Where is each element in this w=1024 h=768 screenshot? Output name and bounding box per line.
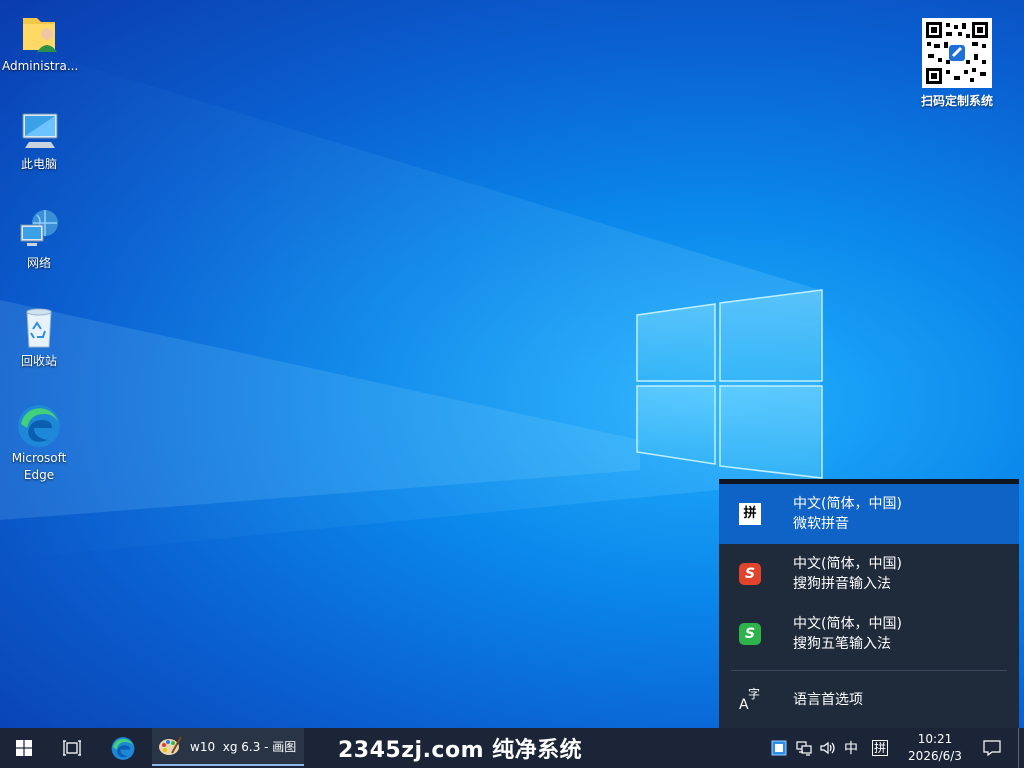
qr-code-widget[interactable]: 扫码定制系统 xyxy=(912,18,1002,109)
ime-item-microsoft-pinyin[interactable]: 拼 中文(简体，中国) 微软拼音 xyxy=(719,484,1019,544)
action-center-button[interactable] xyxy=(978,728,1006,768)
show-desktop-button[interactable] xyxy=(1018,728,1019,768)
network-icon xyxy=(20,210,58,246)
ime-item-language: 中文(简体，中国) xyxy=(793,496,902,512)
desktop[interactable]: Administra... 此电脑 网络 回收站 Microsoft Edge … xyxy=(0,0,1024,728)
network-tray-icon xyxy=(796,741,812,756)
taskbar-paint-window[interactable]: w10 xg 6.3 - 画图 xyxy=(152,728,304,766)
ime-mode-text: 中 xyxy=(844,741,858,757)
ime-item-name: 搜狗五笔输入法 xyxy=(793,636,891,652)
pinyin-badge-icon: 拼 xyxy=(739,503,761,525)
recycle-bin-icon xyxy=(26,308,52,348)
task-view-button[interactable] xyxy=(48,728,96,768)
tray-ime-status[interactable] xyxy=(768,728,790,768)
ime-status-icon xyxy=(771,740,787,756)
paint-icon xyxy=(159,736,182,755)
start-button[interactable] xyxy=(0,728,48,768)
qr-code-icon xyxy=(926,22,988,84)
desktop-icon-label: 回收站 xyxy=(20,354,57,368)
svg-text:字: 字 xyxy=(748,686,760,701)
desktop-icon-this-pc[interactable]: 此电脑 xyxy=(2,108,76,173)
tray-network[interactable] xyxy=(792,728,816,768)
taskbar: w10 xg 6.3 - 画图 2345zj.com 纯净系统 中 拼 10:2… xyxy=(0,728,1024,768)
this-pc-icon xyxy=(22,113,58,148)
desktop-icon-label: Administra... xyxy=(2,59,79,73)
sogou-green-icon: S xyxy=(739,623,761,645)
ime-item-name: 微软拼音 xyxy=(793,516,849,532)
desktop-icon-label: Microsoft Edge xyxy=(11,451,67,482)
user-folder-icon xyxy=(23,18,57,52)
input-method-flyout: 拼 中文(简体，中国) 微软拼音 S 中文(简体，中国) 搜狗拼音输入法 S 中… xyxy=(719,479,1019,728)
ime-item-language: 中文(简体，中国) xyxy=(793,556,902,572)
pinyin-badge-text: 拼 xyxy=(743,506,757,521)
desktop-icon-label: 此电脑 xyxy=(20,157,57,171)
language-preferences-label: 语言首选项 xyxy=(793,692,863,708)
clock-date: 2026/6/3 xyxy=(908,749,962,763)
ime-item-sogou-wubi[interactable]: S 中文(简体，中国) 搜狗五笔输入法 xyxy=(719,604,1019,664)
paint-window-title: w10 xg 6.3 - 画图 xyxy=(190,739,297,754)
tray-volume[interactable] xyxy=(816,728,840,768)
language-preferences-link[interactable]: A 字 语言首选项 xyxy=(719,671,1019,727)
qr-code-image xyxy=(922,18,992,88)
desktop-icon-label: 网络 xyxy=(26,256,51,270)
task-view-icon xyxy=(63,740,81,756)
qr-caption: 扫码定制系统 xyxy=(920,94,993,108)
language-icon: A 字 xyxy=(739,686,760,711)
sogou-badge-text: S xyxy=(744,566,756,582)
windows-start-icon xyxy=(16,740,32,756)
ime-item-language: 中文(简体，中国) xyxy=(793,616,902,632)
desktop-icon-administrator[interactable]: Administra... xyxy=(2,10,79,75)
desktop-icon-recycle-bin[interactable]: 回收站 xyxy=(2,305,76,370)
notification-icon xyxy=(983,740,1001,756)
tray-ime-mode[interactable]: 中 xyxy=(840,728,862,768)
taskbar-edge-button[interactable] xyxy=(100,728,146,768)
ime-item-name: 搜狗拼音输入法 xyxy=(793,576,891,592)
tray-ime-badge[interactable]: 拼 xyxy=(868,728,892,768)
ime-badge-text: 拼 xyxy=(871,740,888,756)
edge-icon xyxy=(18,405,60,447)
sogou-red-icon: S xyxy=(739,563,761,585)
sogou-badge-text: S xyxy=(744,626,756,642)
taskbar-clock[interactable]: 10:21 2026/6/3 xyxy=(898,728,972,768)
clock-time: 10:21 xyxy=(917,732,953,746)
ime-item-sogou-pinyin[interactable]: S 中文(简体，中国) 搜狗拼音输入法 xyxy=(719,544,1019,604)
desktop-icon-network[interactable]: 网络 xyxy=(2,207,76,272)
edge-icon xyxy=(111,737,135,760)
watermark-text: 2345zj.com 纯净系统 xyxy=(338,738,583,763)
speaker-icon xyxy=(820,741,835,755)
desktop-icon-edge[interactable]: Microsoft Edge xyxy=(2,402,76,484)
